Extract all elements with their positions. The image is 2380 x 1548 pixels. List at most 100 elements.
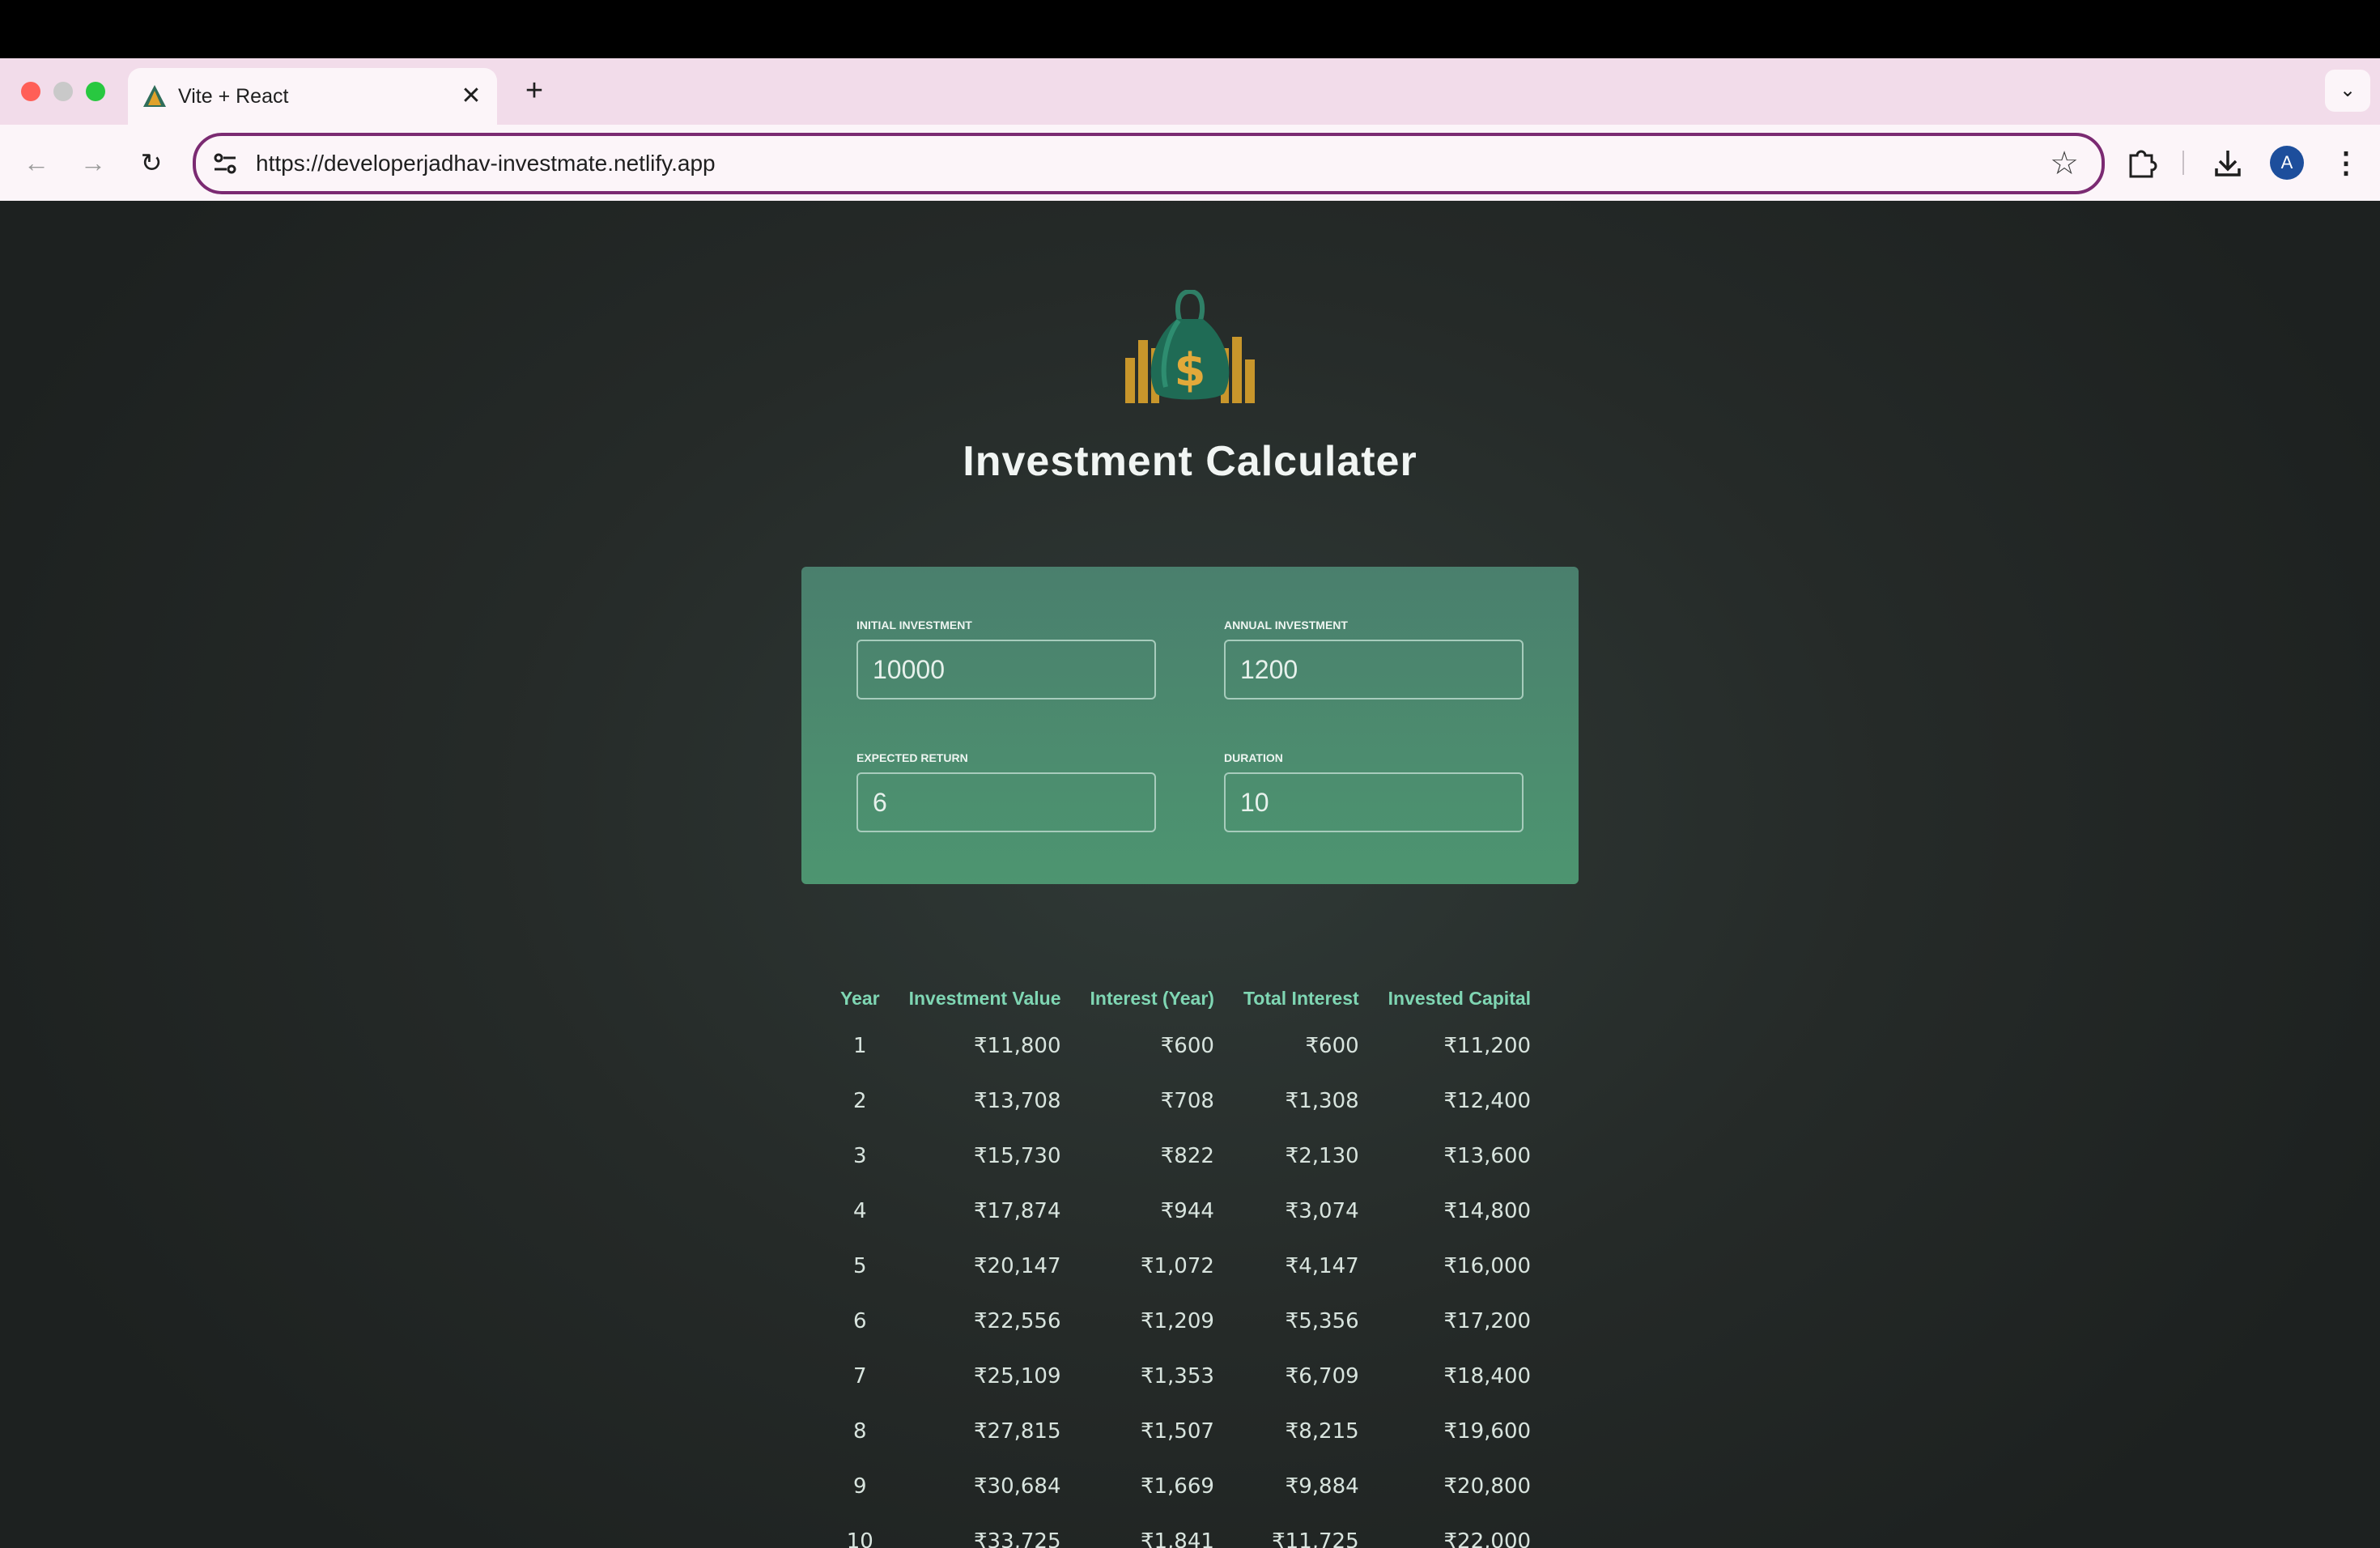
expected-return-input[interactable] bbox=[856, 772, 1156, 832]
new-tab-button[interactable]: + bbox=[518, 73, 550, 108]
expected-return-group: Expected Return bbox=[856, 751, 1156, 832]
invested-capital-cell: ₹20,800 bbox=[1443, 1474, 1532, 1499]
table-row: 8 ₹27,815 ₹1,507 ₹8,215 ₹19,600 bbox=[826, 1404, 1545, 1459]
annual-investment-label: Annual Investment bbox=[1224, 619, 1348, 632]
results-table: Year Investment Value Interest (Year) To… bbox=[826, 978, 1545, 1548]
total-interest-cell: ₹1,308 bbox=[1285, 1089, 1359, 1113]
browser-tab[interactable]: Vite + React ✕ bbox=[128, 68, 497, 125]
invested-capital-cell: ₹11,200 bbox=[1443, 1034, 1532, 1058]
total-interest-cell: ₹4,147 bbox=[1285, 1254, 1359, 1278]
year-cell: 7 bbox=[853, 1364, 867, 1389]
vite-favicon-icon bbox=[143, 85, 166, 107]
total-interest-cell: ₹6,709 bbox=[1285, 1364, 1359, 1389]
annual-investment-input[interactable] bbox=[1224, 640, 1524, 700]
duration-input[interactable] bbox=[1224, 772, 1524, 832]
expected-return-label: Expected Return bbox=[856, 751, 968, 764]
back-button[interactable]: ← bbox=[16, 142, 57, 183]
invested-capital-cell: ₹17,200 bbox=[1443, 1309, 1532, 1333]
column-header-year: Year bbox=[840, 987, 880, 1009]
url-text[interactable]: https://developerjadhav-investmate.netli… bbox=[256, 136, 716, 191]
initial-investment-label: Initial Investment bbox=[856, 619, 972, 632]
initial-investment-group: Initial Investment bbox=[856, 619, 1156, 700]
address-bar[interactable]: https://developerjadhav-investmate.netli… bbox=[193, 133, 2105, 194]
total-interest-cell: ₹3,074 bbox=[1285, 1199, 1359, 1223]
invested-capital-cell: ₹13,600 bbox=[1443, 1144, 1532, 1168]
interest-year-cell: ₹708 bbox=[1160, 1089, 1214, 1113]
table-row: 4 ₹17,874 ₹944 ₹3,074 ₹14,800 bbox=[826, 1184, 1545, 1239]
page-content: $ Investment Calculater Initial Investme… bbox=[0, 201, 2380, 1548]
interest-year-cell: ₹1,507 bbox=[1140, 1419, 1214, 1444]
window-zoom-button[interactable] bbox=[86, 82, 105, 101]
investment-value-cell: ₹25,109 bbox=[974, 1364, 1061, 1389]
table-row: 7 ₹25,109 ₹1,353 ₹6,709 ₹18,400 bbox=[826, 1349, 1545, 1404]
investment-value-cell: ₹33,725 bbox=[974, 1529, 1061, 1548]
column-header-interest-year: Interest (Year) bbox=[1090, 987, 1214, 1009]
year-cell: 8 bbox=[853, 1419, 867, 1444]
annual-investment-group: Annual Investment bbox=[1224, 619, 1524, 700]
investment-value-cell: ₹20,147 bbox=[974, 1254, 1061, 1278]
column-header-investment-value: Investment Value bbox=[908, 987, 1061, 1009]
year-cell: 10 bbox=[846, 1529, 873, 1548]
invested-capital-cell: ₹18,400 bbox=[1443, 1364, 1532, 1389]
interest-year-cell: ₹1,072 bbox=[1140, 1254, 1214, 1278]
table-row: 10 ₹33,725 ₹1,841 ₹11,725 ₹22,000 bbox=[826, 1514, 1545, 1548]
extensions-puzzle-icon[interactable] bbox=[2121, 142, 2161, 183]
tab-search-button[interactable]: ⌄ bbox=[2325, 70, 2370, 112]
interest-year-cell: ₹1,841 bbox=[1140, 1529, 1214, 1548]
table-row: 2 ₹13,708 ₹708 ₹1,308 ₹12,400 bbox=[826, 1074, 1545, 1129]
total-interest-cell: ₹5,356 bbox=[1285, 1309, 1359, 1333]
svg-text:$: $ bbox=[1175, 344, 1206, 397]
initial-investment-input[interactable] bbox=[856, 640, 1156, 700]
total-interest-cell: ₹9,884 bbox=[1285, 1474, 1359, 1499]
duration-group: Duration bbox=[1224, 751, 1524, 832]
invested-capital-cell: ₹22,000 bbox=[1443, 1529, 1532, 1548]
invested-capital-cell: ₹12,400 bbox=[1443, 1089, 1532, 1113]
profile-avatar[interactable]: A bbox=[2270, 146, 2304, 180]
total-interest-cell: ₹8,215 bbox=[1285, 1419, 1359, 1444]
investment-value-cell: ₹27,815 bbox=[974, 1419, 1061, 1444]
bookmark-star-icon[interactable]: ☆ bbox=[2050, 144, 2079, 183]
year-cell: 6 bbox=[853, 1309, 867, 1333]
interest-year-cell: ₹600 bbox=[1160, 1034, 1214, 1058]
interest-year-cell: ₹1,669 bbox=[1140, 1474, 1214, 1499]
table-row: 5 ₹20,147 ₹1,072 ₹4,147 ₹16,000 bbox=[826, 1239, 1545, 1294]
table-row: 6 ₹22,556 ₹1,209 ₹5,356 ₹17,200 bbox=[826, 1294, 1545, 1349]
year-cell: 5 bbox=[853, 1254, 867, 1278]
interest-year-cell: ₹1,209 bbox=[1140, 1309, 1214, 1333]
page-title: Investment Calculater bbox=[963, 438, 1417, 485]
interest-year-cell: ₹944 bbox=[1160, 1199, 1214, 1223]
investment-value-cell: ₹30,684 bbox=[974, 1474, 1061, 1499]
total-interest-cell: ₹11,725 bbox=[1272, 1529, 1359, 1548]
investment-value-cell: ₹11,800 bbox=[974, 1034, 1061, 1058]
table-row: 9 ₹30,684 ₹1,669 ₹9,884 ₹20,800 bbox=[826, 1459, 1545, 1514]
site-settings-icon[interactable] bbox=[210, 149, 240, 178]
tab-title: Vite + React bbox=[178, 85, 289, 108]
forward-button[interactable]: → bbox=[73, 142, 113, 183]
window-minimize-button[interactable] bbox=[53, 82, 73, 101]
year-cell: 9 bbox=[853, 1474, 867, 1499]
year-cell: 4 bbox=[853, 1199, 867, 1223]
browser-menu-icon[interactable]: ⋮ bbox=[2331, 142, 2361, 183]
year-cell: 2 bbox=[853, 1089, 867, 1113]
invested-capital-cell: ₹19,600 bbox=[1443, 1419, 1532, 1444]
results-body: 1 ₹11,800 ₹600 ₹600 ₹11,200 2 ₹13,708 ₹708 ₹1,30… bbox=[826, 1019, 1545, 1548]
money-bag-icon: $ bbox=[1125, 290, 1255, 403]
investment-value-cell: ₹22,556 bbox=[974, 1309, 1061, 1333]
duration-label: Duration bbox=[1224, 751, 1283, 764]
total-interest-cell: ₹600 bbox=[1305, 1034, 1359, 1058]
user-input-panel: Initial Investment Annual Investment Exp… bbox=[801, 567, 1579, 884]
year-cell: 3 bbox=[853, 1144, 867, 1168]
tab-close-icon[interactable]: ✕ bbox=[457, 82, 486, 111]
column-header-total-interest: Total Interest bbox=[1243, 987, 1359, 1009]
reload-button[interactable]: ↻ bbox=[131, 142, 172, 183]
investment-value-cell: ₹17,874 bbox=[974, 1199, 1061, 1223]
download-icon[interactable] bbox=[2208, 142, 2248, 183]
results-header-row: Year Investment Value Interest (Year) To… bbox=[826, 978, 1545, 1019]
window-close-button[interactable] bbox=[21, 82, 40, 101]
investment-value-cell: ₹15,730 bbox=[974, 1144, 1061, 1168]
interest-year-cell: ₹1,353 bbox=[1140, 1364, 1214, 1389]
toolbar-divider bbox=[2182, 151, 2184, 175]
interest-year-cell: ₹822 bbox=[1160, 1144, 1214, 1168]
investment-value-cell: ₹13,708 bbox=[974, 1089, 1061, 1113]
total-interest-cell: ₹2,130 bbox=[1285, 1144, 1359, 1168]
